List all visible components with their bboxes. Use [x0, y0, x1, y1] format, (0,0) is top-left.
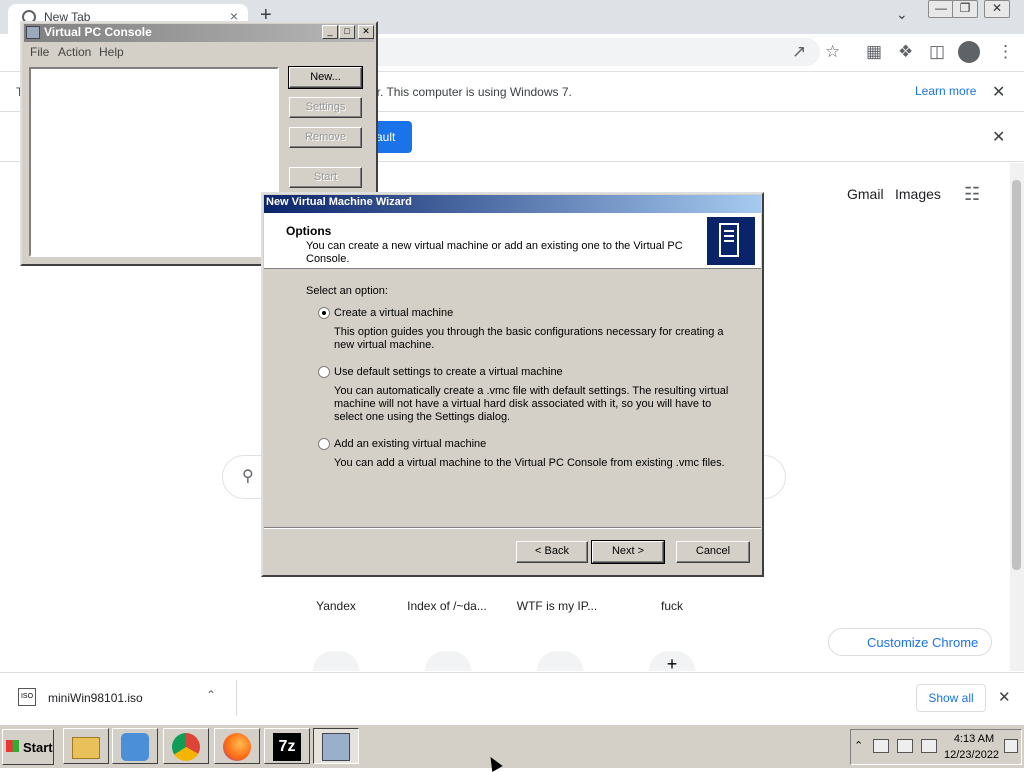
- shortcut-yandex[interactable]: Yandex: [286, 599, 386, 613]
- taskbar-firefox[interactable]: [214, 728, 260, 764]
- customize-chrome-button[interactable]: Customize Chrome: [828, 628, 992, 656]
- add-shortcut-icon[interactable]: +: [649, 651, 695, 674]
- iso-file-icon[interactable]: ISO: [18, 688, 36, 706]
- select-option-label: Select an option:: [306, 285, 388, 297]
- radio-add-existing[interactable]: [318, 438, 330, 450]
- search-icon: ⚲: [242, 468, 254, 485]
- shelf-close-icon[interactable]: ✕: [998, 688, 1011, 706]
- media-player-icon: [121, 733, 149, 761]
- radio-create-vm[interactable]: [318, 307, 330, 319]
- chrome-menu-icon[interactable]: ⋮: [997, 42, 1014, 62]
- vpc-title: Virtual PC Console: [44, 25, 152, 39]
- google-apps-grid-icon[interactable]: ☷: [964, 184, 980, 205]
- start-vm-button[interactable]: Start: [289, 167, 362, 188]
- virtual-machine-list[interactable]: [29, 67, 279, 257]
- firefox-icon: [223, 733, 251, 761]
- bookmark-star-icon[interactable]: ☆: [825, 42, 840, 62]
- menu-action[interactable]: Action: [58, 45, 91, 59]
- virtual-pc-icon: [322, 733, 350, 761]
- settings-button[interactable]: Settings: [289, 97, 362, 118]
- wizard-title: New Virtual Machine Wizard: [266, 196, 412, 208]
- download-shelf: [0, 672, 1024, 724]
- virtual-pc-app-icon: [26, 26, 40, 39]
- action-center-flag-icon[interactable]: [897, 739, 913, 753]
- learn-more-link[interactable]: Learn more: [915, 84, 976, 98]
- tab-groups-icon[interactable]: ▦: [866, 42, 882, 62]
- vpc-maximize-button[interactable]: □: [339, 25, 355, 39]
- youtube-shortcut-icon[interactable]: [537, 651, 583, 671]
- profile-avatar-icon[interactable]: [958, 41, 980, 63]
- maps-shortcut-icon[interactable]: [425, 651, 471, 671]
- chevron-up-icon[interactable]: ⌃: [206, 688, 216, 702]
- option-create-vm-desc: This option guides you through the basic…: [334, 326, 724, 351]
- wizard-header-description: You can create a new virtual machine or …: [306, 240, 683, 265]
- volume-icon[interactable]: [921, 739, 937, 753]
- gmail-link[interactable]: Gmail: [847, 186, 884, 202]
- tab-search-chevron-icon[interactable]: ⌄: [896, 6, 908, 23]
- shortcut-4[interactable]: fuck: [622, 599, 722, 613]
- option-create-vm-label[interactable]: Create a virtual machine: [334, 307, 453, 319]
- default-bar-close-icon[interactable]: ✕: [992, 127, 1005, 147]
- minimize-button[interactable]: —: [928, 0, 954, 18]
- infobar-text: er. This computer is using Windows 7.: [370, 85, 572, 99]
- chrome-icon: [172, 733, 200, 761]
- taskbar-virtual-pc[interactable]: [313, 728, 359, 764]
- restore-button[interactable]: ❐: [952, 0, 978, 18]
- extensions-puzzle-icon[interactable]: ❖: [898, 42, 913, 62]
- vpc-close-button[interactable]: ✕: [358, 25, 374, 39]
- new-vm-button[interactable]: New...: [288, 66, 363, 89]
- menu-file[interactable]: File: [30, 45, 49, 59]
- option-default-settings-label[interactable]: Use default settings to create a virtual…: [334, 366, 563, 378]
- remove-button[interactable]: Remove: [289, 127, 362, 148]
- 7zip-icon: 7z: [273, 733, 301, 761]
- taskbar-media-player[interactable]: [112, 728, 158, 764]
- google-shortcut-icon[interactable]: [313, 651, 359, 671]
- menu-help[interactable]: Help: [99, 45, 124, 59]
- close-button[interactable]: ✕: [984, 0, 1010, 18]
- shelf-divider: [236, 680, 237, 716]
- windows-logo-icon: [6, 740, 19, 752]
- back-button[interactable]: < Back: [516, 541, 588, 563]
- clock-date[interactable]: 12/23/2022: [944, 749, 999, 761]
- shortcut-index[interactable]: Index of /~da...: [397, 599, 497, 613]
- cancel-button[interactable]: Cancel: [676, 541, 750, 563]
- wizard-header-title: Options: [286, 224, 332, 238]
- shortcut-wtf-ip[interactable]: WTF is my IP...: [507, 599, 607, 613]
- show-hidden-icons-icon[interactable]: ⌃: [854, 739, 863, 752]
- scroll-thumb[interactable]: [1012, 180, 1021, 570]
- clock-time[interactable]: 4:13 AM: [950, 733, 998, 745]
- taskbar-file-explorer[interactable]: [63, 728, 109, 764]
- images-link[interactable]: Images: [895, 186, 941, 202]
- show-all-button[interactable]: Show all: [916, 684, 986, 712]
- taskbar-7zip[interactable]: 7z: [264, 728, 310, 764]
- vpc-minimize-button[interactable]: _: [322, 25, 338, 39]
- radio-selected-dot: [322, 311, 326, 315]
- option-add-existing-label[interactable]: Add an existing virtual machine: [334, 438, 486, 450]
- network-icon[interactable]: [873, 739, 889, 753]
- folder-icon: [72, 737, 100, 759]
- show-desktop-icon[interactable]: [1004, 739, 1018, 753]
- option-add-existing-desc: You can add a virtual machine to the Vir…: [334, 457, 725, 469]
- next-button[interactable]: Next >: [591, 540, 665, 564]
- side-panel-icon[interactable]: ◫: [929, 42, 945, 62]
- option-default-settings-desc: You can automatically create a .vmc file…: [334, 385, 729, 423]
- download-filename[interactable]: miniWin98101.iso: [48, 691, 143, 705]
- share-icon[interactable]: ↗: [792, 42, 806, 62]
- radio-default-settings[interactable]: [318, 366, 330, 378]
- computer-tower-icon: [707, 217, 755, 265]
- infobar-close-icon[interactable]: ✕: [992, 82, 1005, 102]
- taskbar-chrome[interactable]: [163, 728, 209, 764]
- wizard-separator: [264, 527, 761, 529]
